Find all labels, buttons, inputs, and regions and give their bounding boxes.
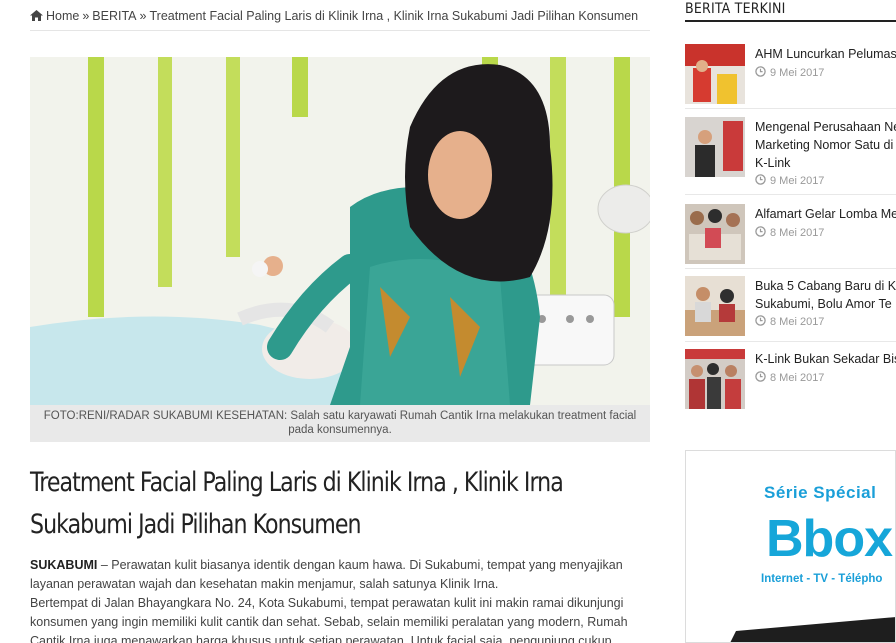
article-paragraph: Bertempat di Jalan Bhayangkara No. 24, K… (30, 596, 628, 643)
breadcrumb-separator: » (139, 9, 147, 23)
news-date-text: 9 Mei 2017 (770, 175, 825, 187)
news-thumbnail[interactable] (685, 349, 745, 409)
sidebar-heading: BERITA TERKINI (685, 0, 896, 22)
divider (685, 194, 896, 195)
breadcrumb-current: Treatment Facial Paling Laris di Klinik … (149, 9, 639, 23)
news-thumbnail[interactable] (685, 117, 745, 177)
news-title-line[interactable]: Marketing Nomor Satu di (755, 138, 893, 152)
news-title-link[interactable]: Buka 5 Cabang Baru di K Sukabumi, Bolu Am… (755, 277, 896, 313)
news-item[interactable]: K-Link Bukan Sekadar Bis 8 Mei 2017 (685, 349, 896, 411)
news-title-line[interactable]: Mengenal Perusahaan Ne (755, 120, 896, 134)
article-photo (30, 57, 650, 405)
clock-icon (755, 371, 766, 382)
news-title-link[interactable]: AHM Luncurkan Pelumas (755, 45, 896, 63)
article-title: Treatment Facial Paling Laris di Klinik … (30, 467, 564, 540)
breadcrumb-section-link[interactable]: BERITA (92, 9, 136, 23)
clock-icon (755, 174, 766, 185)
news-date-text: 8 Mei 2017 (770, 316, 825, 328)
photo-caption: FOTO:RENI/RADAR SUKABUMI KESEHATAN: Sala… (30, 405, 650, 442)
divider (685, 108, 896, 109)
facial-treatment-photo (30, 57, 650, 405)
news-date: 9 Mei 2017 (755, 66, 824, 79)
news-item[interactable]: Alfamart Gelar Lomba Me 8 Mei 2017 (685, 204, 896, 266)
clock-icon (755, 315, 766, 326)
news-title-line[interactable]: K-Link (755, 156, 790, 170)
ad-services: Internet - TV - Télépho (761, 573, 883, 585)
news-item[interactable]: Mengenal Perusahaan Ne Marketing Nomor Sa… (685, 117, 896, 187)
news-title-link[interactable]: K-Link Bukan Sekadar Bis (755, 350, 896, 368)
clock-icon (755, 66, 766, 77)
article-body: SUKABUMI – Perawatan kulit biasanya iden… (30, 556, 650, 643)
news-date: 8 Mei 2017 (755, 371, 824, 384)
ad-brand-logo: Bbox (766, 510, 893, 568)
breadcrumb-separator: » (82, 9, 90, 23)
news-title-link[interactable]: Alfamart Gelar Lomba Me (755, 205, 896, 223)
article-paragraph-text: – Perawatan kulit biasanya identik denga… (30, 558, 623, 591)
news-item[interactable]: Buka 5 Cabang Baru di K Sukabumi, Bolu Am… (685, 276, 896, 338)
breadcrumb-home-link[interactable]: Home (46, 9, 79, 23)
advertisement-banner[interactable]: Série Spécial Bbox Internet - TV - Télép… (685, 450, 896, 643)
article-paragraph: SUKABUMI – Perawatan kulit biasanya iden… (30, 556, 650, 594)
clock-icon (755, 226, 766, 237)
divider (685, 341, 896, 342)
news-date: 8 Mei 2017 (755, 315, 824, 328)
news-title-line[interactable]: Sukabumi, Bolu Amor Te (755, 297, 892, 311)
news-thumbnail[interactable] (685, 276, 745, 336)
news-date-text: 8 Mei 2017 (770, 227, 825, 239)
news-item[interactable]: AHM Luncurkan Pelumas 9 Mei 2017 (685, 44, 896, 106)
news-date-text: 8 Mei 2017 (770, 372, 825, 384)
divider (685, 268, 896, 269)
news-title-line[interactable]: Buka 5 Cabang Baru di K (755, 279, 896, 293)
home-icon (30, 10, 43, 21)
breadcrumb: Home» BERITA» Treatment Facial Paling Lari… (30, 8, 650, 31)
news-date-text: 9 Mei 2017 (770, 67, 825, 79)
news-title-link[interactable]: Mengenal Perusahaan Ne Marketing Nomor Sa… (755, 118, 896, 172)
news-date: 8 Mei 2017 (755, 226, 824, 239)
article-dateline: SUKABUMI (30, 558, 98, 572)
news-date: 9 Mei 2017 (755, 174, 824, 187)
news-thumbnail[interactable] (685, 44, 745, 104)
ad-tagline: Série Spécial (764, 483, 877, 502)
ad-device-image (730, 617, 895, 642)
news-thumbnail[interactable] (685, 204, 745, 264)
